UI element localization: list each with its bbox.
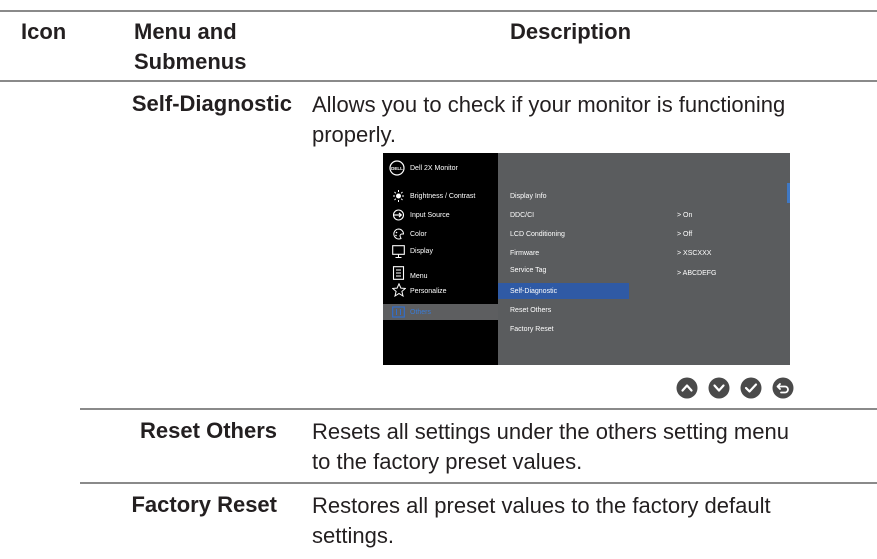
osd-item-reset-others: Reset Others [510,307,552,314]
back-button-icon[interactable] [772,377,794,399]
header-menu-line2: Submenus [134,49,247,74]
menu-reset-others: Reset Others [140,418,277,443]
header-icon: Icon [21,19,67,44]
header-bottom-rule [0,80,877,82]
dell-logo-icon: DELL [389,160,405,176]
down-button-icon[interactable] [708,377,730,399]
osd-main-menu: DELL Dell 2X Monitor Brightness / Contra… [383,153,498,365]
desc-factory-reset-line2: settings. [312,523,394,548]
menu-icon [392,266,405,280]
display-icon [392,245,405,258]
check-button-icon[interactable] [740,377,762,399]
svg-text:DELL: DELL [391,166,403,171]
desc-self-diagnostic-line2: properly. [312,122,396,147]
osd-item-service-tag: Service Tag [510,267,547,274]
osd-item-self-diagnostic: Self-Diagnostic [510,288,558,295]
scroll-indicator [787,183,790,203]
osd-menu-brightness: Brightness / Contrast [410,193,476,200]
osd-screenshot: DELL Dell 2X Monitor Brightness / Contra… [383,153,790,365]
menu-factory-reset: Factory Reset [131,492,277,517]
osd-item-display-info: Display Info [510,193,547,200]
osd-value-firmware: > XSCXXX [677,250,712,257]
osd-value-lcd-conditioning: > Off [677,231,693,238]
osd-item-firmware: Firmware [510,250,540,257]
up-button-icon[interactable] [676,377,698,399]
desc-self-diagnostic-line1: Allows you to check if your monitor is f… [312,92,786,117]
menu-self-diagnostic: Self-Diagnostic [131,91,292,116]
osd-menu-others: Others [410,309,432,316]
osd-menu-personalize: Personalize [410,288,447,295]
osd-item-factory-reset: Factory Reset [510,326,554,333]
desc-reset-others-line2: to the factory preset values. [312,449,583,474]
star-icon [392,283,406,297]
brightness-icon [393,190,404,202]
osd-item-lcd-conditioning: LCD Conditioning [510,231,565,238]
osd-menu-input-source: Input Source [410,212,450,219]
osd-menu-display: Display [410,248,433,255]
desc-factory-reset-line1: Restores all preset values to the factor… [312,493,771,518]
desc-reset-others-line1: Resets all settings under the others set… [312,419,789,444]
osd-value-service-tag: > ABCDEFG [677,270,717,277]
others-icon [392,306,405,318]
table-top-rule [0,10,877,12]
osd-title: Dell 2X Monitor [410,165,458,172]
row-divider [80,482,877,484]
header-description: Description [510,19,632,44]
color-icon [393,228,405,240]
header-menu-line1: Menu and [134,19,237,44]
row-divider [80,408,877,410]
osd-menu-menu: Menu [410,273,428,280]
osd-submenu: Display Info DDC/CI > On LCD Conditionin… [498,153,790,365]
input-source-icon [392,209,405,221]
osd-menu-color: Color [410,231,427,238]
osd-item-ddc-ci: DDC/CI [510,212,535,219]
osd-value-ddc-ci: > On [677,212,693,219]
